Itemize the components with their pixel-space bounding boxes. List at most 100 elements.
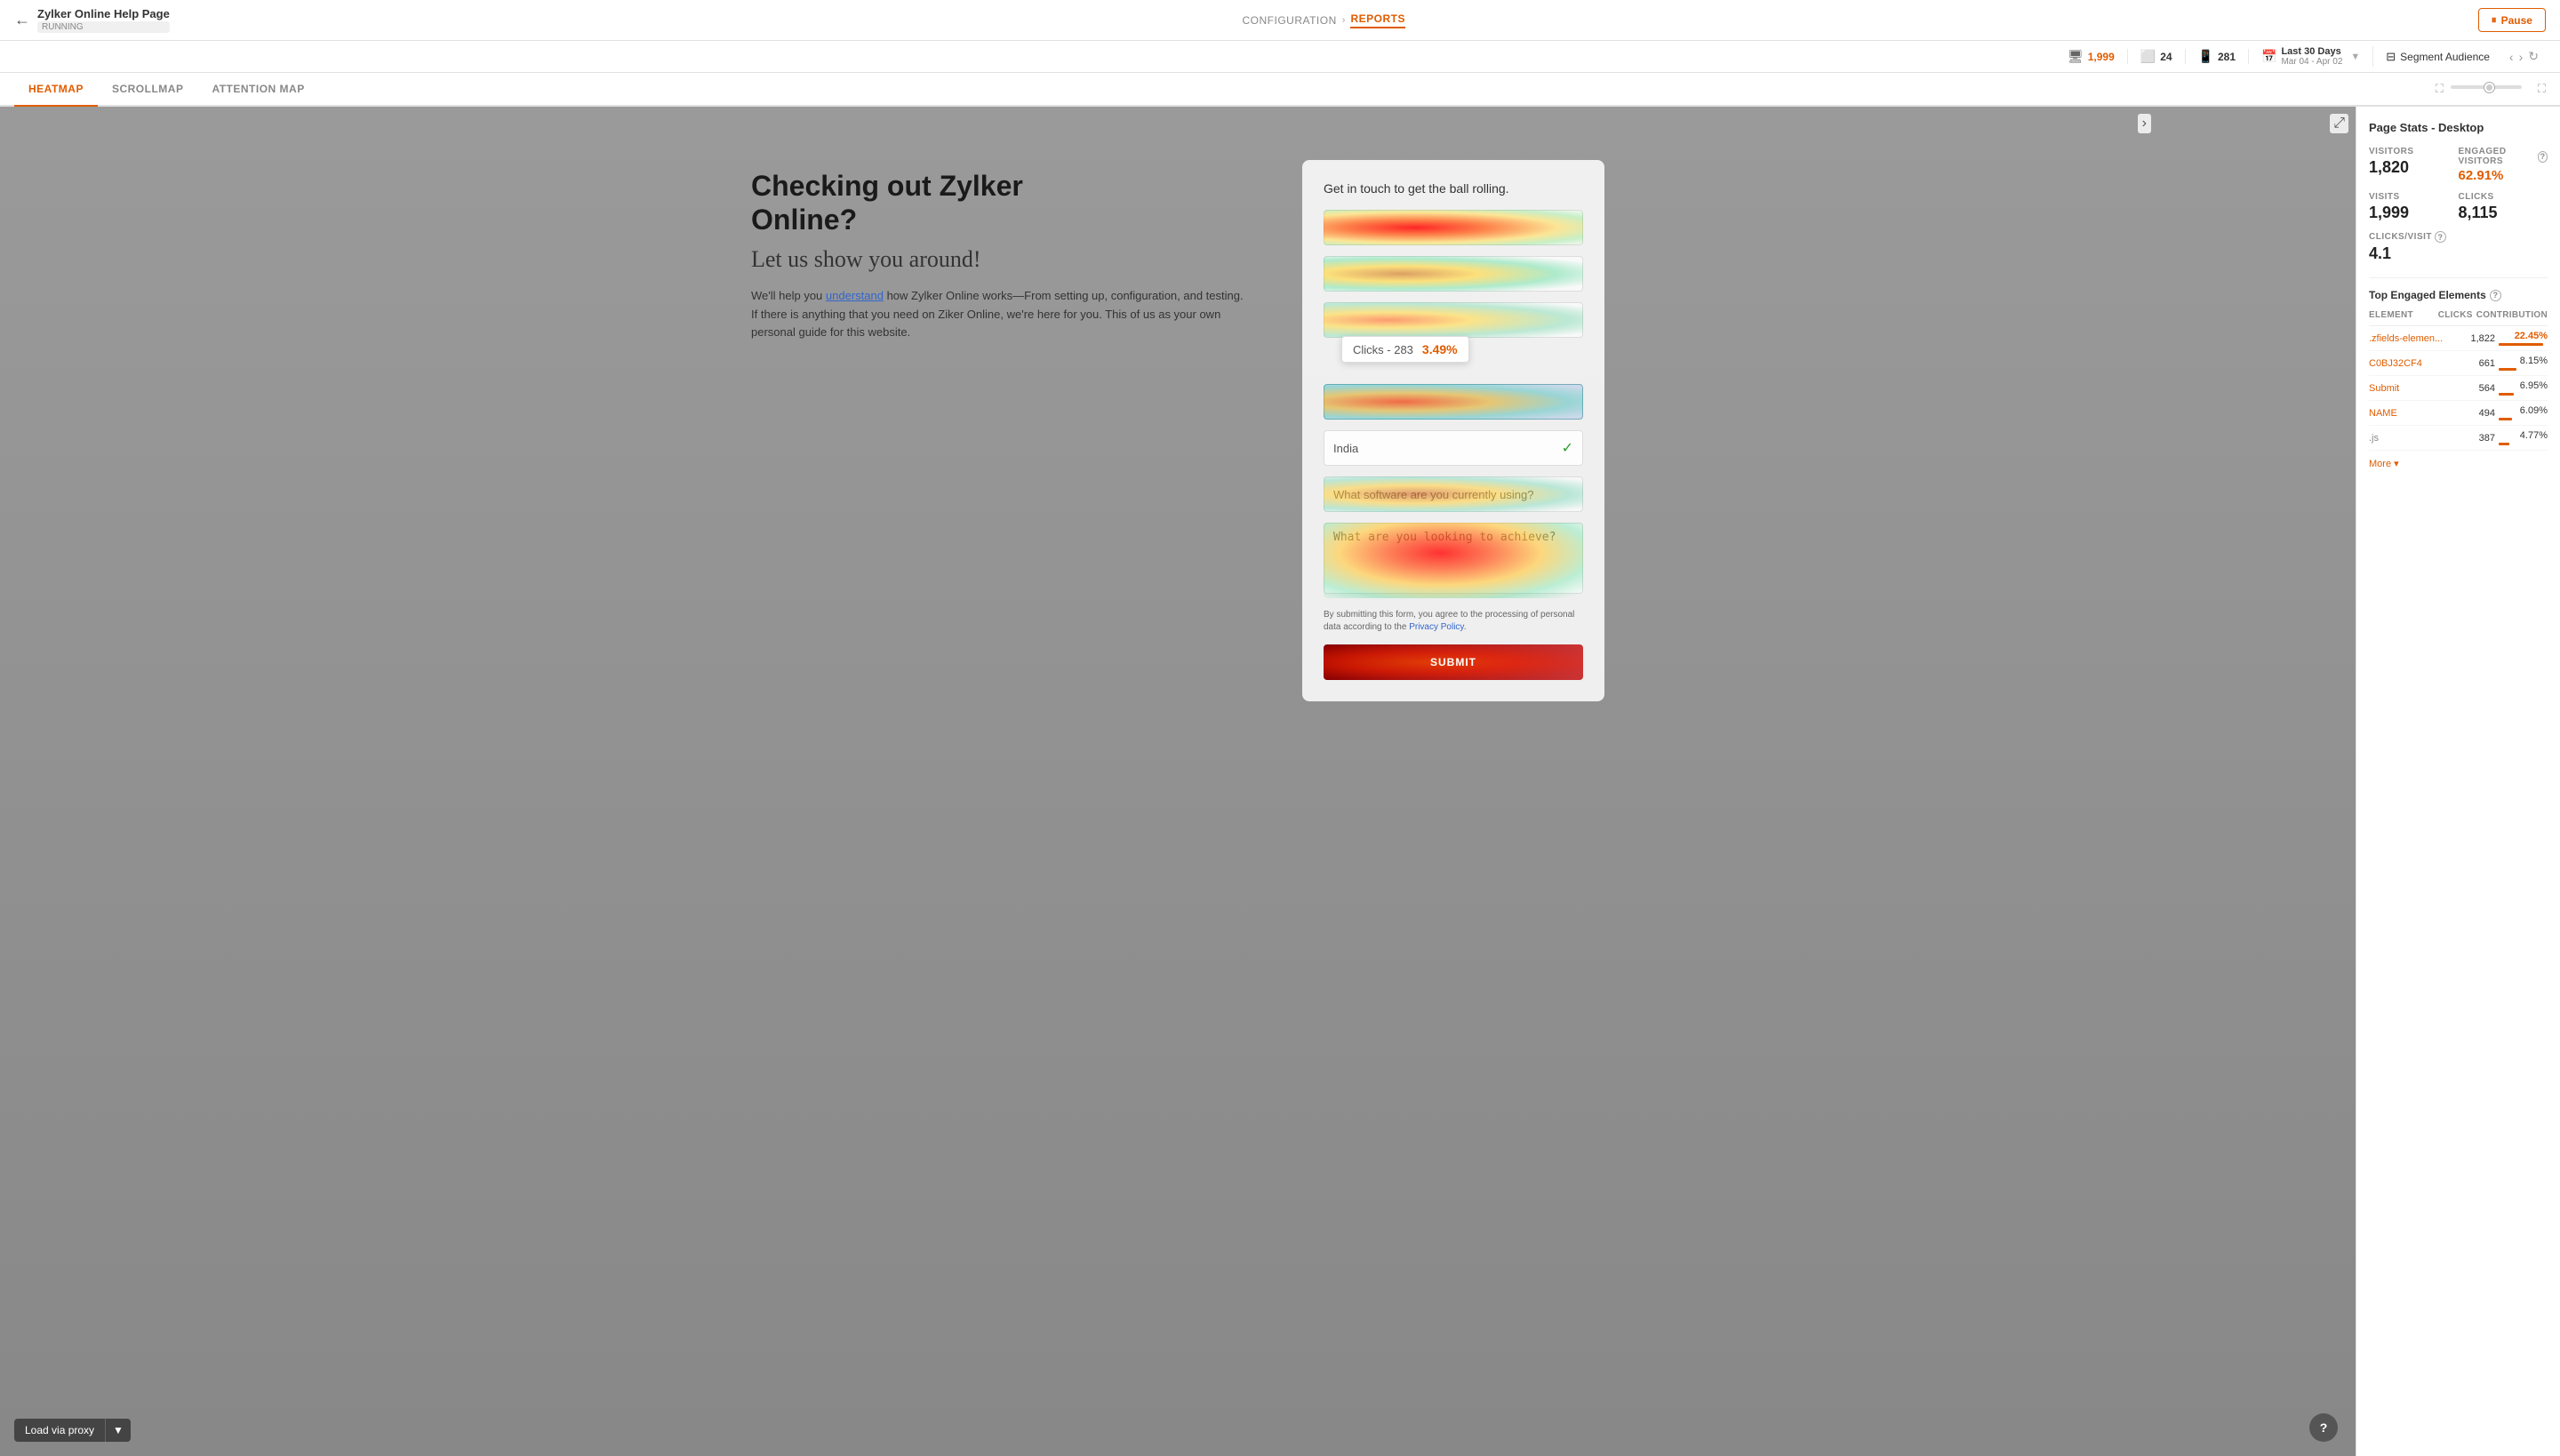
tooltip-percentage: 3.49% [1422, 342, 1458, 356]
cpv-help-icon[interactable]: ? [2435, 231, 2446, 243]
col-element: ELEMENT [2369, 310, 2435, 320]
pause-icon: ⏸ [2492, 13, 2497, 27]
panel-title: Page Stats - Desktop [2369, 121, 2548, 134]
form-field-firstname [1324, 210, 1583, 245]
email-input[interactable] [1324, 302, 1583, 338]
proxy-label: Load via proxy [14, 1419, 105, 1442]
visits-value: 1,999 [2369, 204, 2459, 222]
heatmap-area: Checking out Zylker Online? Let us show … [0, 107, 2356, 1456]
main-layout: Checking out Zylker Online? Let us show … [0, 107, 2560, 1456]
filter-icon: ⊟ [2386, 50, 2396, 64]
page-text: Checking out Zylker Online? Let us show … [751, 160, 1249, 342]
form-field-phone [1324, 384, 1583, 420]
help-button[interactable]: ? [2309, 1413, 2338, 1442]
calendar-icon: 📅 [2261, 49, 2276, 64]
engaged-table: ELEMENT CLICKS CONTRIBUTION .zfields-ele… [2369, 310, 2548, 451]
clicks-label: CLICKS [2459, 192, 2548, 202]
collapse-panel-button[interactable]: › [2138, 114, 2151, 133]
firstname-input[interactable] [1324, 210, 1583, 245]
app-subtitle: RUNNING [37, 21, 170, 33]
element-name-4[interactable]: NAME [2369, 408, 2449, 419]
form-field-country[interactable]: India ✓ [1324, 430, 1583, 466]
engaged-row: Submit 564 6.95% [2369, 376, 2548, 401]
element-clicks-2: 661 [2464, 358, 2495, 369]
app-title: Zylker Online Help Page [37, 7, 170, 20]
date-range[interactable]: 📅 Last 30 Days Mar 04 - Apr 02 ▼ [2249, 46, 2373, 67]
fullscreen-icon[interactable]: ⛶ [2538, 82, 2546, 96]
back-button[interactable]: ← [14, 11, 30, 29]
desktop-stat: 🖥 1,999 [2055, 49, 2128, 64]
page-inner: Checking out Zylker Online? Let us show … [733, 124, 1622, 737]
desktop-count: 1,999 [2088, 51, 2115, 63]
app-info: Zylker Online Help Page RUNNING [37, 7, 170, 33]
config-nav-item[interactable]: CONFIGURATION [1242, 14, 1336, 27]
prev-button[interactable]: ‹ [2509, 49, 2514, 64]
visitors-value: 1,820 [2369, 158, 2459, 177]
zoom-slider-container[interactable] [2451, 85, 2531, 92]
form-field-software [1324, 476, 1583, 512]
engaged-row: NAME 494 6.09% [2369, 401, 2548, 426]
load-proxy-button[interactable]: Load via proxy ▼ [14, 1419, 131, 1442]
tablet-icon: ⬜ [2140, 49, 2156, 64]
page-content: Checking out Zylker Online? Let us show … [0, 107, 2356, 1456]
country-value: India [1333, 442, 1358, 455]
top-nav: ← Zylker Online Help Page RUNNING CONFIG… [0, 0, 2560, 41]
page-heading: Checking out Zylker Online? [751, 169, 1249, 237]
clicks-stat: CLICKS 8,115 [2459, 192, 2548, 222]
right-panel: Page Stats - Desktop VISITORS 1,820 ENGA… [2356, 107, 2560, 1456]
engaged-visitors-value: 62.91% [2459, 168, 2548, 183]
element-clicks-4: 494 [2464, 408, 2495, 419]
element-name-2[interactable]: C0BJ32CF4 [2369, 358, 2449, 369]
company-input[interactable] [1324, 256, 1583, 292]
form-title: Get in touch to get the ball rolling. [1324, 181, 1583, 196]
reports-nav-item[interactable]: REPORTS [1350, 12, 1405, 28]
date-range-sub: Mar 04 - Apr 02 [2281, 57, 2342, 67]
sub-nav-right: ⛶ ⛶ [2436, 82, 2546, 96]
more-link[interactable]: More ▾ [2369, 458, 2548, 469]
col-contribution: CONTRIBUTION [2476, 310, 2548, 320]
element-contribution-1: 22.45% [2499, 331, 2548, 346]
tablet-stat: ⬜ 24 [2128, 49, 2186, 64]
submit-button[interactable]: SUBMIT [1324, 644, 1583, 680]
tab-attention-map[interactable]: ATTENTION MAP [197, 73, 318, 107]
element-name-1[interactable]: .zfields-elemen... [2369, 333, 2449, 344]
segment-button[interactable]: ⊟ Segment Audience [2373, 50, 2502, 64]
element-clicks-1: 1,822 [2464, 333, 2495, 344]
stats-bar: 🖥 1,999 ⬜ 24 📱 281 📅 Last 30 Days Mar 04… [0, 41, 2560, 73]
software-input[interactable] [1324, 476, 1583, 512]
desktop-icon: 🖥 [2068, 49, 2084, 64]
refresh-button[interactable]: ↻ [2528, 49, 2539, 64]
engaged-help-icon[interactable]: ? [2538, 151, 2548, 163]
engaged-section-help-icon[interactable]: ? [2490, 290, 2501, 301]
expand-button[interactable]: ⤢ [2330, 114, 2348, 133]
achieve-textarea[interactable] [1324, 523, 1583, 594]
tab-heatmap[interactable]: HEATMAP [14, 73, 98, 107]
pause-button[interactable]: ⏸ Pause [2478, 8, 2546, 32]
engaged-row: .zfields-elemen... 1,822 22.45% [2369, 326, 2548, 351]
visitors-stat: VISITORS 1,820 [2369, 147, 2459, 183]
element-name-3[interactable]: Submit [2369, 383, 2449, 394]
tablet-count: 24 [2160, 51, 2172, 63]
mobile-stat: 📱 281 [2186, 49, 2249, 64]
privacy-link[interactable]: Privacy Policy [1409, 622, 1464, 632]
click-tooltip: Clicks - 283 3.49% [1341, 336, 1469, 363]
date-range-label: Last 30 Days [2281, 46, 2342, 57]
proxy-dropdown-icon[interactable]: ▼ [105, 1419, 131, 1442]
form-section: Get in touch to get the ball rolling. [1302, 160, 1604, 701]
element-contribution-3: 6.95% [2499, 380, 2548, 396]
element-clicks-3: 564 [2464, 383, 2495, 394]
sub-nav: HEATMAP SCROLLMAP ATTENTION MAP ⛶ ⛶ [0, 73, 2560, 107]
engaged-visitors-label: ENGAGED VISITORS ? [2459, 147, 2548, 166]
nav-right: ⏸ Pause [2478, 8, 2546, 32]
element-contribution-5: 4.77% [2499, 430, 2548, 445]
nav-left: ← Zylker Online Help Page RUNNING [14, 7, 170, 33]
tab-scrollmap[interactable]: SCROLLMAP [98, 73, 198, 107]
clicks-value: 8,115 [2459, 204, 2548, 222]
element-name-5[interactable]: .js [2369, 433, 2449, 444]
page-body: We'll help you understand how Zylker Onl… [751, 287, 1249, 342]
page-handwriting: Let us show you around! [751, 246, 1249, 273]
next-button[interactable]: › [2519, 49, 2524, 64]
phone-input[interactable] [1324, 384, 1583, 420]
element-contribution-2: 8.15% [2499, 356, 2548, 371]
highlight-text: understand [826, 289, 884, 302]
